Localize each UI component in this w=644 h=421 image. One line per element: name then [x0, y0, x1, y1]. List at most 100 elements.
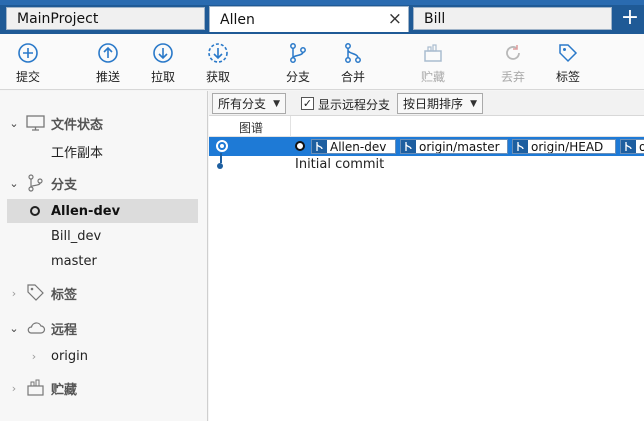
tag-icon: [559, 44, 578, 63]
chevron-down-icon: ▼: [273, 98, 280, 109]
chevron-down-icon[interactable]: ⌄: [9, 117, 19, 130]
discard-button[interactable]: 丢弃: [493, 42, 533, 85]
commit-node-icon: [216, 140, 228, 152]
head-indicator-icon: [295, 141, 305, 151]
chevron-right-icon[interactable]: ›: [9, 287, 19, 300]
branch-icon: [401, 140, 416, 153]
close-icon[interactable]: ×: [388, 9, 402, 29]
chevron-down-icon: ▼: [470, 98, 477, 109]
monitor-icon: [26, 115, 45, 131]
stashes-header: 贮藏: [51, 382, 78, 398]
push-icon: [98, 43, 118, 63]
tab-mainproject[interactable]: MainProject: [6, 7, 205, 30]
branch-label: Bill_dev: [51, 228, 102, 244]
commit-row-selected[interactable]: Allen-dev origin/master origin/HEAD o: [209, 137, 644, 156]
discard-label: 丢弃: [500, 70, 525, 84]
branch-scope-value: 所有分支: [218, 97, 267, 111]
ref-label: origin/master: [419, 139, 500, 154]
tab-allen[interactable]: Allen ×: [209, 6, 409, 32]
sidebar-item-remote[interactable]: › origin: [0, 344, 207, 368]
tag-button[interactable]: 标签: [548, 42, 588, 85]
sidebar-section-remotes[interactable]: ⌄ 远程: [0, 316, 207, 340]
sidebar-item-branch[interactable]: Allen-dev: [7, 199, 198, 223]
branch-icon: [312, 140, 327, 153]
commit-message: Initial commit: [295, 157, 385, 172]
branch-scope-dropdown[interactable]: 所有分支 ▼: [212, 93, 286, 114]
branch-label: 分支: [285, 70, 310, 84]
remote-label: origin: [51, 348, 89, 364]
fetch-label: 获取: [205, 70, 230, 84]
tab-bill[interactable]: Bill: [413, 7, 612, 30]
ref-badge[interactable]: o: [620, 139, 644, 154]
discard-icon: [506, 45, 520, 60]
filter-bar: 所有分支 ▼ ✓ 显示远程分支 按日期排序 ▼: [209, 91, 644, 116]
stash-label: 贮藏: [420, 70, 445, 84]
chevron-down-icon[interactable]: ⌄: [9, 177, 19, 190]
ref-label: origin/HEAD: [531, 139, 604, 154]
fetch-button[interactable]: 获取: [198, 42, 238, 85]
chevron-down-icon[interactable]: ⌄: [9, 322, 19, 335]
tag-label: 标签: [555, 70, 580, 84]
ref-badge[interactable]: Allen-dev: [311, 139, 396, 154]
stash-button[interactable]: 贮藏: [413, 42, 453, 85]
branches-header: 分支: [51, 177, 78, 193]
merge-button[interactable]: 合并: [333, 42, 373, 85]
push-button[interactable]: 推送: [88, 42, 128, 85]
show-remote-checkbox[interactable]: ✓: [301, 97, 314, 110]
tab-label: Allen: [220, 11, 255, 28]
ref-label: Allen-dev: [330, 139, 387, 154]
pull-button[interactable]: 拉取: [143, 42, 183, 85]
tab-label: MainProject: [17, 10, 99, 27]
working-copy-label: 工作副本: [51, 145, 104, 161]
sort-dropdown[interactable]: 按日期排序 ▼: [397, 93, 483, 114]
workspace-header: 文件状态: [51, 117, 104, 133]
sidebar-section-tags[interactable]: › 标签: [0, 281, 207, 305]
stash-icon: [27, 379, 44, 396]
branch-button[interactable]: 分支: [278, 42, 318, 85]
merge-label: 合并: [340, 70, 365, 84]
sidebar-item-working-copy[interactable]: 工作副本: [0, 139, 207, 163]
sort-value: 按日期排序: [403, 97, 464, 111]
sidebar: ⌄ 文件状态 工作副本 ⌄ 分支 Allen-dev Bill_dev mast…: [0, 91, 208, 421]
tab-label: Bill: [424, 10, 446, 27]
branch-icon: [290, 43, 306, 63]
branch-label: master: [51, 253, 97, 269]
pull-icon: [153, 43, 173, 63]
tag-icon: [27, 284, 44, 301]
ref-badge[interactable]: origin/HEAD: [512, 139, 616, 154]
branch-icon: [621, 140, 636, 153]
commit-icon: [18, 43, 38, 63]
current-branch-icon: [30, 206, 40, 216]
chevron-right-icon[interactable]: ›: [9, 382, 19, 395]
new-tab-button[interactable]: +: [619, 7, 641, 30]
commit-label: 提交: [15, 70, 40, 84]
column-header: 图谱: [209, 116, 644, 137]
fetch-icon: [208, 43, 228, 63]
branch-icon: [28, 174, 43, 192]
tab-strip: MainProject Allen × Bill +: [0, 0, 644, 34]
stash-icon: [424, 44, 442, 62]
sidebar-section-branches[interactable]: ⌄ 分支: [0, 171, 207, 195]
show-remote-label: 显示远程分支: [318, 98, 391, 112]
commit-row[interactable]: Initial commit: [209, 156, 644, 175]
ref-label: o: [639, 140, 644, 153]
sidebar-section-stashes[interactable]: › 贮藏: [0, 376, 207, 400]
title-strip: [0, 0, 644, 5]
pull-label: 拉取: [150, 70, 175, 84]
history-panel: 所有分支 ▼ ✓ 显示远程分支 按日期排序 ▼ 图谱 Allen-dev ori…: [209, 91, 644, 421]
column-divider[interactable]: [290, 116, 291, 137]
sidebar-section-workspace[interactable]: ⌄ 文件状态: [0, 111, 207, 135]
branch-label: Allen-dev: [51, 203, 121, 219]
sidebar-item-branch[interactable]: master: [0, 249, 207, 273]
push-label: 推送: [95, 70, 120, 84]
graph-column-header[interactable]: 图谱: [239, 119, 263, 136]
commit-button[interactable]: 提交: [8, 42, 48, 85]
cloud-icon: [27, 322, 46, 334]
ref-badge[interactable]: origin/master: [400, 139, 508, 154]
toolbar: 提交 推送 拉取 获取 分支 合并 贮藏 丢弃 标签: [0, 34, 644, 90]
merge-icon: [345, 43, 361, 63]
chevron-right-icon[interactable]: ›: [29, 350, 39, 363]
remotes-header: 远程: [51, 322, 78, 338]
sidebar-item-branch[interactable]: Bill_dev: [0, 224, 207, 248]
branch-icon: [513, 140, 528, 153]
